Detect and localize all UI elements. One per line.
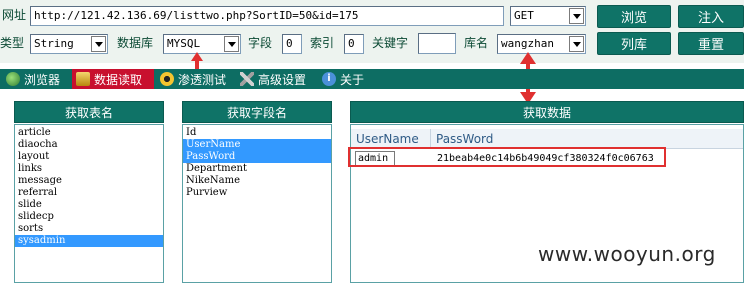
list-item[interactable]: referral [15,187,163,199]
watermark: www.wooyun.org [538,242,716,266]
type-select[interactable]: String [30,34,108,54]
list-item-selected[interactable]: sysadmin [15,235,163,247]
tab-data-read-label: 数据读取 [94,72,143,87]
list-item-selected[interactable]: UserName [183,139,331,151]
list-item[interactable]: article [15,127,163,139]
list-item[interactable]: links [15,163,163,175]
tab-bar: 浏览器 数据读取 渗透测试 高级设置 i 关于 [0,69,744,89]
tab-pentest-label: 渗透测试 [178,72,227,87]
tab-data-read[interactable]: 数据读取 [72,69,154,89]
reset-button[interactable]: 重置 [678,32,744,55]
annotation-arrow-icon [191,52,203,69]
url-label: 网址 [2,8,27,22]
chevron-down-icon[interactable] [224,36,239,52]
list-item[interactable]: Id [183,127,331,139]
index-label: 索引 [310,36,335,50]
field-count-input[interactable]: 0 [282,34,302,54]
index-input[interactable]: 0 [344,34,364,54]
radiation-icon [160,72,174,86]
chevron-down-icon[interactable] [569,36,584,52]
list-item[interactable]: diaocha [15,139,163,151]
dbname-label: 库名 [464,36,489,50]
list-item[interactable]: Department [183,163,331,175]
tab-advanced-label: 高级设置 [258,72,307,87]
field-label: 字段 [248,36,273,50]
tab-about-label: 关于 [340,72,365,87]
tab-about[interactable]: i 关于 [318,69,370,89]
tab-advanced[interactable]: 高级设置 [236,69,318,89]
column-header-password[interactable]: PassWord [431,129,743,149]
inject-button[interactable]: 注入 [678,5,744,28]
list-item[interactable]: layout [15,151,163,163]
chevron-down-icon[interactable] [91,36,106,52]
database-select[interactable]: MYSQL [163,34,241,54]
list-db-button[interactable]: 列库 [597,32,671,55]
annotation-highlight-box [348,147,666,167]
keyword-input[interactable] [418,33,456,54]
list-item-selected[interactable]: PassWord [183,151,331,163]
list-item[interactable]: NikeName [183,175,331,187]
database-icon [76,72,90,86]
list-item[interactable]: sorts [15,223,163,235]
grid-header: UserName PassWord [351,129,743,149]
tables-panel-title: 获取表名 [14,101,164,123]
type-label: 类型 [0,36,25,50]
tab-browser[interactable]: 浏览器 [2,69,68,89]
list-item[interactable]: slide [15,199,163,211]
tables-list[interactable]: article diaocha layout links message ref… [14,124,164,283]
column-header-username[interactable]: UserName [351,129,431,149]
list-item[interactable]: Purview [183,187,331,199]
keyword-label: 关键字 [372,36,409,50]
list-item[interactable]: slidecp [15,211,163,223]
info-icon: i [322,72,336,86]
method-select[interactable]: GET [510,6,586,26]
url-input[interactable]: http://121.42.136.69/listtwo.php?SortID=… [30,6,504,26]
tools-icon [240,72,254,86]
list-item[interactable]: message [15,175,163,187]
chevron-down-icon[interactable] [569,8,584,24]
globe-icon [6,72,20,86]
fields-list[interactable]: Id UserName PassWord Department NikeName… [182,124,332,283]
tab-pentest[interactable]: 渗透测试 [156,69,236,89]
dbname-select[interactable]: wangzhan [497,34,586,54]
database-label: 数据库 [117,36,154,50]
tab-browser-label: 浏览器 [24,72,61,87]
browse-button[interactable]: 浏览 [597,5,671,28]
data-panel-title: 获取数据 [350,101,744,123]
fields-panel-title: 获取字段名 [182,101,332,123]
